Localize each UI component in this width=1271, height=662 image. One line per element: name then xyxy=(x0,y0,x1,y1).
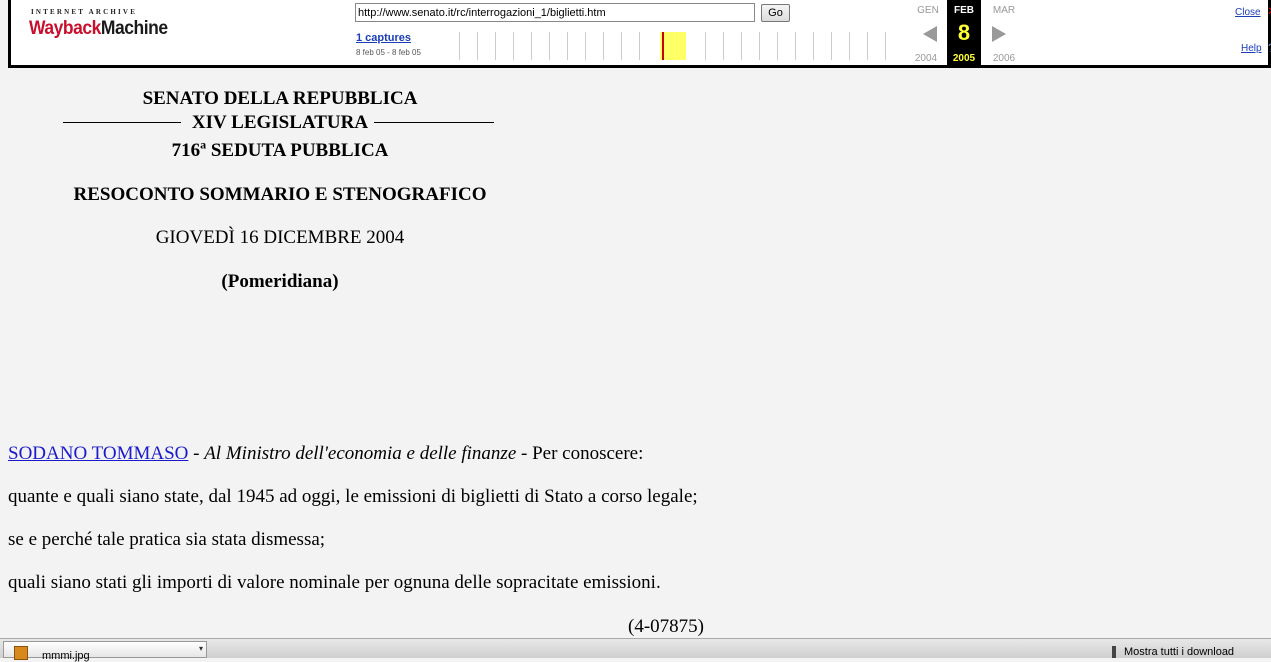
sparkline-tick xyxy=(459,32,460,60)
sparkline-tick xyxy=(831,32,832,60)
sparkline-tick xyxy=(495,32,496,60)
next-arrow-icon[interactable] xyxy=(992,26,1006,42)
sparkline-tick xyxy=(621,32,622,60)
close-link[interactable]: Close xyxy=(1235,7,1261,18)
download-bar: mmmi.jpg ▾ Mostra tutti i download xyxy=(0,638,1271,662)
current-day: 8 xyxy=(957,20,971,45)
capture-sparkline[interactable] xyxy=(451,32,899,60)
sparkline-tick xyxy=(585,32,586,60)
wayback-toolbar: INTERNET ARCHIVE WaybackMachine Go 1 cap… xyxy=(8,0,1271,68)
seduta-title: 716a SEDUTA PUBBLICA xyxy=(48,139,512,162)
seduta-number: 716 xyxy=(171,140,201,161)
sparkline-tick xyxy=(795,32,796,60)
sparkline-tick xyxy=(867,32,868,60)
captures-range: 8 feb 05 - 8 feb 05 xyxy=(356,48,421,57)
prev-arrow-icon[interactable] xyxy=(923,26,937,42)
image-file-icon xyxy=(14,646,28,660)
author-link[interactable]: SODANO TOMMASO xyxy=(8,443,188,464)
show-all-label: Mostra tutti i download xyxy=(1124,646,1235,658)
logo-main-text: WaybackMachine xyxy=(29,18,168,40)
question-2: se e perché tale pratica sia stata disme… xyxy=(8,529,326,550)
divider-line-right xyxy=(374,122,494,123)
current-month: FEB xyxy=(954,5,974,16)
separator: - xyxy=(188,443,205,464)
download-item-label: mmmi.jpg xyxy=(42,650,90,662)
logo-top-text: INTERNET ARCHIVE xyxy=(31,8,138,16)
next-year[interactable]: 2006 xyxy=(986,53,1022,64)
wayback-logo[interactable]: INTERNET ARCHIVE WaybackMachine xyxy=(29,6,168,46)
intro-text: - Per conoscere: xyxy=(516,443,644,464)
resoconto-title: RESOCONTO SOMMARIO E STENOGRAFICO xyxy=(73,184,487,205)
go-button[interactable]: Go xyxy=(761,4,790,22)
download-item[interactable]: mmmi.jpg ▾ xyxy=(3,641,207,662)
sparkline-tick xyxy=(549,32,550,60)
downloads-icon xyxy=(1112,646,1116,659)
session-date: GIOVEDÌ 16 DICEMBRE 2004 xyxy=(155,227,405,248)
senate-title: SENATO DELLA REPUBBLICA xyxy=(142,88,418,109)
interrogation-intro: SODANO TOMMASO - Al Ministro dell'econom… xyxy=(8,443,643,465)
sparkline-tick xyxy=(885,32,886,60)
sparkline-tick xyxy=(777,32,778,60)
prev-month[interactable]: GEN xyxy=(910,5,946,16)
sparkline-tick xyxy=(477,32,478,60)
current-year: 2005 xyxy=(952,53,976,64)
chevron-down-icon[interactable]: ▾ xyxy=(199,644,203,653)
prev-year[interactable]: 2004 xyxy=(908,53,944,64)
sparkline-tick xyxy=(639,32,640,60)
question-3: quali siano stati gli importi di valore … xyxy=(8,572,661,593)
sparkline-tick xyxy=(513,32,514,60)
captures-link[interactable]: 1 captures xyxy=(356,32,411,44)
logo-wayback-word: Wayback xyxy=(29,18,101,39)
sparkline-tick xyxy=(567,32,568,60)
sparkline-tick xyxy=(741,32,742,60)
recipient: Al Ministro dell'economia e delle finanz… xyxy=(204,443,517,464)
current-capture-date: FEB 8 2005 xyxy=(947,0,981,65)
session-type: (Pomeridiana) xyxy=(221,271,339,292)
next-month[interactable]: MAR xyxy=(986,5,1022,16)
sparkline-tick xyxy=(531,32,532,60)
close-icon[interactable]: ✕ xyxy=(1267,4,1271,18)
logo-machine-word: Machine xyxy=(100,18,168,39)
question-1: quante e quali siano state, dal 1945 ad … xyxy=(8,486,698,507)
sparkline-tick xyxy=(705,32,706,60)
url-input[interactable] xyxy=(355,3,755,22)
sparkline-tick xyxy=(813,32,814,60)
sparkline-tick xyxy=(603,32,604,60)
sparkline-tick xyxy=(759,32,760,60)
show-all-downloads-link[interactable]: Mostra tutti i download xyxy=(1112,646,1235,659)
seduta-text: SEDUTA PUBBLICA xyxy=(206,140,389,161)
current-capture-marker xyxy=(662,32,664,60)
legislature-title: XIV LEGISLATURA xyxy=(191,112,369,133)
sparkline-tick xyxy=(723,32,724,60)
reference-number: (4-07875) xyxy=(628,616,704,637)
help-link[interactable]: Help xyxy=(1241,43,1262,54)
sparkline-tick xyxy=(849,32,850,60)
